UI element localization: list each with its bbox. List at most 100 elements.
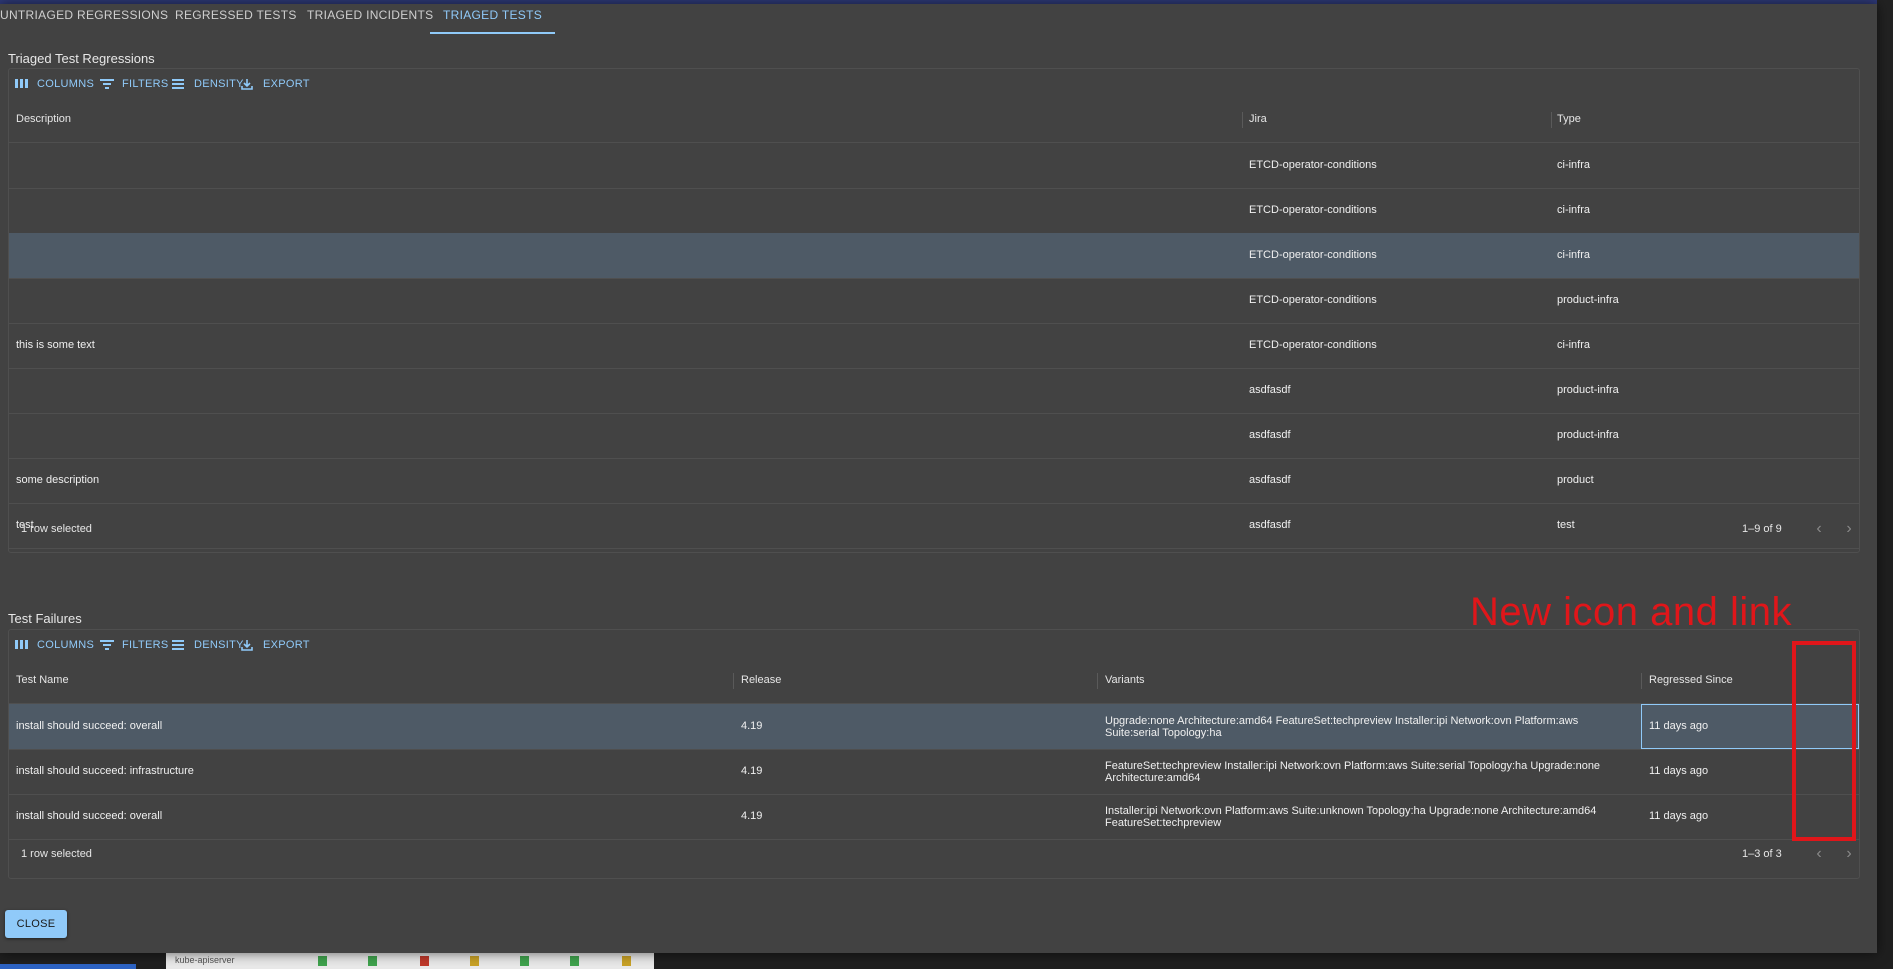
variants-cell: FeatureSet:techpreview Installer:ipi Net…	[1105, 759, 1601, 784]
column-separator[interactable]	[1242, 112, 1243, 128]
annotation-highlight-box	[1792, 641, 1856, 841]
test-name-cell: install should succeed: overall	[16, 720, 163, 732]
export-button[interactable]: EXPORT	[241, 634, 310, 656]
column-header-description[interactable]: Description	[16, 97, 71, 142]
triaged-regressions-title: Triaged Test Regressions	[8, 51, 155, 66]
columns-label: COLUMNS	[37, 78, 95, 90]
background-app-footer: kube-apiserver	[0, 953, 1893, 969]
type-cell: ci-infra	[1557, 204, 1591, 216]
background-status-cell	[420, 956, 429, 966]
jira-cell[interactable]: ETCD-operator-conditions	[1249, 278, 1549, 323]
next-page-icon[interactable]: ›	[1841, 521, 1857, 537]
column-header-release[interactable]: Release	[741, 658, 781, 703]
background-strip-label: kube-apiserver	[175, 955, 235, 965]
columns-button[interactable]: COLUMNS	[15, 73, 94, 95]
type-cell: product-infra	[1557, 384, 1619, 396]
annotation-label: New icon and link	[1470, 590, 1792, 634]
jira-cell[interactable]: ETCD-operator-conditions	[1249, 188, 1549, 233]
table-row[interactable]: ETCD-operator-conditions ci-infra	[9, 188, 1859, 234]
description-cell: some description	[16, 474, 100, 486]
table-row[interactable]: this is some text ETCD-operator-condition…	[9, 323, 1859, 369]
background-app-edge	[1877, 0, 1893, 969]
description-cell: this is some text	[16, 339, 95, 351]
columns-icon	[15, 79, 28, 88]
description-cell	[16, 143, 1236, 188]
download-icon	[241, 640, 253, 651]
test-name-cell: install should succeed: infrastructure	[16, 765, 194, 777]
tab-regressed-tests[interactable]: REGRESSED TESTS	[175, 4, 297, 32]
jira-cell[interactable]: ETCD-operator-conditions	[1249, 143, 1549, 188]
filters-button[interactable]: FILTERS	[100, 73, 168, 95]
table-row[interactable]: ETCD-operator-conditions product-infra	[9, 278, 1859, 324]
filters-label: FILTERS	[122, 78, 169, 90]
table-row[interactable]: some description asdfasdf product	[9, 458, 1859, 504]
density-button[interactable]: DENSITY	[172, 634, 244, 656]
column-header-test-name[interactable]: Test Name	[16, 658, 69, 703]
jira-cell[interactable]: asdfasdf	[1249, 458, 1549, 503]
test-name-cell: install should succeed: overall	[16, 810, 163, 822]
column-header-regressed-since[interactable]: Regressed Since	[1649, 658, 1733, 703]
next-page-icon[interactable]: ›	[1841, 846, 1857, 862]
background-status-cell	[470, 956, 479, 966]
column-header-type[interactable]: Type	[1557, 97, 1581, 142]
tab-bar: UNTRIAGED REGRESSIONS REGRESSED TESTS TR…	[0, 4, 1877, 34]
filters-button[interactable]: FILTERS	[100, 634, 168, 656]
tab-triaged-tests[interactable]: TRIAGED TESTS	[430, 4, 556, 34]
grid-footer: 1 row selected 1–9 of 9 ‹ ›	[9, 509, 1859, 549]
jira-cell[interactable]: asdfasdf	[1249, 368, 1549, 413]
type-cell: product-infra	[1557, 294, 1619, 306]
triage-dialog: UNTRIAGED REGRESSIONS REGRESSED TESTS TR…	[0, 4, 1877, 953]
previous-page-icon[interactable]: ‹	[1811, 521, 1827, 537]
table-row[interactable]: install should succeed: overall 4.19 Upgra…	[9, 704, 1859, 750]
column-separator[interactable]	[1641, 673, 1642, 689]
filter-icon	[100, 640, 114, 650]
column-header-row: Description Jira Type	[9, 97, 1859, 143]
release-cell: 4.19	[741, 720, 763, 732]
description-cell	[16, 233, 1236, 278]
background-status-cell	[622, 956, 631, 966]
release-cell: 4.19	[741, 765, 763, 777]
table-row[interactable]: install should succeed: infrastructure 4.…	[9, 749, 1859, 795]
jira-cell[interactable]: ETCD-operator-conditions	[1249, 323, 1549, 368]
filters-label: FILTERS	[122, 639, 169, 651]
variants-cell: Installer:ipi Network:ovn Platform:aws S…	[1105, 804, 1597, 829]
table-row[interactable]: ETCD-operator-conditions ci-infra	[9, 143, 1859, 189]
jira-cell[interactable]: asdfasdf	[1249, 413, 1549, 458]
columns-label: COLUMNS	[37, 639, 95, 651]
type-cell: ci-infra	[1557, 249, 1591, 261]
pagination-text: 1–3 of 3	[1742, 848, 1782, 860]
description-cell	[16, 368, 1236, 413]
density-label: DENSITY	[194, 78, 244, 90]
columns-icon	[15, 640, 28, 649]
density-button[interactable]: DENSITY	[172, 73, 244, 95]
density-icon	[172, 640, 184, 650]
tab-untriaged-regressions[interactable]: UNTRIAGED REGRESSIONS	[0, 4, 168, 32]
selected-row-count: 1 row selected	[21, 523, 92, 535]
pagination-text: 1–9 of 9	[1742, 523, 1782, 535]
close-button[interactable]: CLOSE	[5, 910, 67, 938]
previous-page-icon[interactable]: ‹	[1811, 846, 1827, 862]
description-cell	[16, 188, 1236, 233]
density-label: DENSITY	[194, 639, 244, 651]
type-cell: product-infra	[1557, 429, 1619, 441]
column-separator[interactable]	[1551, 112, 1552, 128]
variants-cell: Upgrade:none Architecture:amd64 FeatureS…	[1105, 714, 1579, 739]
column-header-jira[interactable]: Jira	[1249, 97, 1267, 142]
column-header-variants[interactable]: Variants	[1105, 658, 1145, 703]
column-separator[interactable]	[1097, 673, 1098, 689]
background-status-cell	[520, 956, 529, 966]
background-status-cell	[318, 956, 327, 966]
table-row[interactable]: asdfasdf product-infra	[9, 368, 1859, 414]
description-cell	[16, 278, 1236, 323]
jira-cell[interactable]: ETCD-operator-conditions	[1249, 233, 1549, 278]
column-separator[interactable]	[733, 673, 734, 689]
background-band	[1877, 0, 1893, 120]
columns-button[interactable]: COLUMNS	[15, 634, 94, 656]
tab-triaged-incidents[interactable]: TRIAGED INCIDENTS	[307, 4, 433, 32]
export-button[interactable]: EXPORT	[241, 73, 310, 95]
table-row[interactable]: asdfasdf product-infra	[9, 413, 1859, 459]
table-row[interactable]: ETCD-operator-conditions ci-infra	[9, 233, 1859, 279]
test-failures-title: Test Failures	[8, 611, 82, 626]
release-cell: 4.19	[741, 810, 763, 822]
grid-footer: 1 row selected 1–3 of 3 ‹ ›	[9, 834, 1859, 874]
